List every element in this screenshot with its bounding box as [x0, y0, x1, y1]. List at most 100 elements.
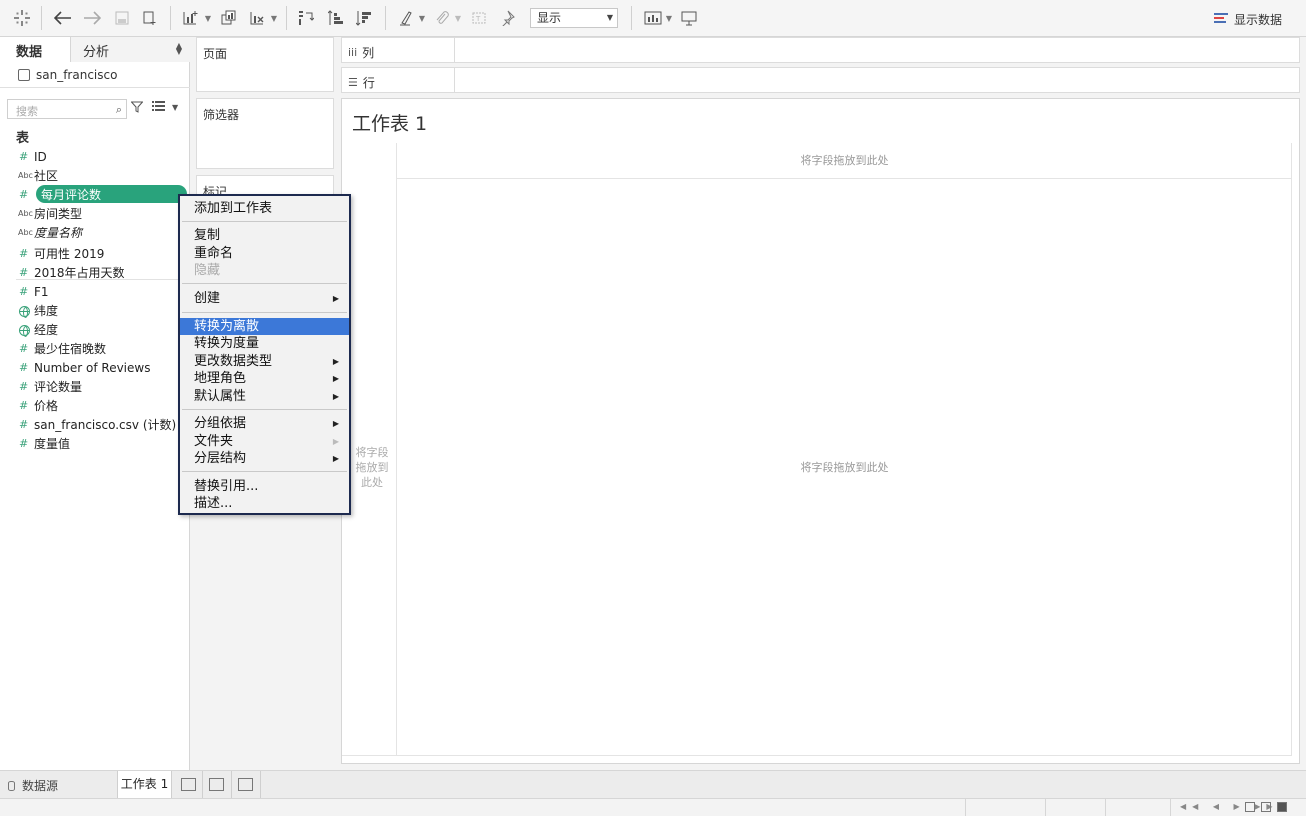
field-item[interactable]: 纬度 — [0, 301, 190, 320]
updown-icon: ▲ ▼ — [175, 41, 182, 56]
filters-card[interactable]: 筛选器 — [196, 98, 334, 169]
menu-item-hide[interactable]: 隐藏 — [180, 262, 349, 279]
menu-item-geographic-role[interactable]: 地理角色 ▶ — [180, 370, 349, 387]
menu-item-convert-to-dimension[interactable]: 转换为度量 — [180, 335, 349, 352]
menu-item-convert-to-discrete[interactable]: 转换为离散 — [180, 318, 349, 335]
field-item[interactable]: Abc 度量名称 — [0, 223, 190, 242]
field-name: Number of Reviews — [34, 360, 151, 375]
view-mode-icons[interactable] — [1245, 802, 1287, 812]
filter-icon[interactable] — [130, 101, 144, 116]
highlight-caret[interactable]: ▼ — [417, 7, 427, 29]
field-item-selected[interactable]: # 每月评论数 — [0, 185, 190, 204]
tab-analysis[interactable]: 分析 ▲ ▼ — [70, 37, 190, 62]
view-list-icon[interactable] — [152, 101, 165, 114]
redo-icon[interactable] — [82, 7, 102, 29]
chart-type-caret[interactable]: ▼ — [664, 7, 674, 29]
field-item[interactable]: # ID — [0, 147, 190, 166]
row-drop-zone[interactable]: 将字段拖放到此处 — [352, 445, 392, 490]
fit-select[interactable]: 显示 ▼ — [530, 8, 618, 28]
save-icon[interactable] — [112, 7, 132, 29]
clear-sheet-caret[interactable]: ▼ — [269, 7, 279, 29]
number-type-icon: # — [19, 361, 29, 374]
worksheet-canvas: 工作表 1 将字段拖放到此处 将字段拖放到此处 将字段拖放到此处 — [341, 98, 1300, 764]
new-story-tab-icon[interactable] — [238, 778, 253, 791]
new-datasource-icon[interactable] — [140, 7, 160, 29]
menu-item-create[interactable]: 创建 ▶ — [180, 290, 349, 307]
menu-item-describe[interactable]: 描述... — [180, 495, 349, 512]
field-item[interactable]: # 最少住宿晚数 — [0, 339, 190, 358]
submenu-arrow-icon: ▶ — [332, 437, 339, 446]
show-me-label: 显示数据 — [1234, 12, 1283, 27]
view-list-caret-icon[interactable]: ▼ — [172, 103, 178, 112]
labels-icon[interactable]: T — [469, 7, 489, 29]
number-type-icon: # — [19, 380, 29, 393]
field-item[interactable]: # 评论数量 — [0, 377, 190, 396]
field-name: 最少住宿晚数 — [34, 342, 107, 356]
new-dashboard-tab-icon[interactable] — [209, 778, 224, 791]
new-worksheet-icon[interactable] — [180, 7, 200, 29]
menu-item-label: 默认属性 — [194, 389, 247, 404]
filmstrip-view-icon[interactable] — [1261, 802, 1271, 812]
swap-axes-icon[interactable] — [296, 7, 316, 29]
columns-shelf[interactable]: iii 列 — [341, 37, 1300, 63]
tab-data[interactable]: 数据 — [0, 37, 70, 62]
string-type-icon: Abc — [18, 228, 33, 237]
field-item[interactable]: # Number of Reviews — [0, 358, 190, 377]
tab-datasource[interactable]: 数据源 — [8, 777, 58, 794]
field-item[interactable]: # san_francisco.csv (计数) — [0, 415, 190, 434]
new-worksheet-tab-icon[interactable] — [181, 778, 196, 791]
menu-separator — [182, 312, 347, 313]
field-item[interactable]: # 度量值 — [0, 434, 190, 453]
field-item[interactable]: # F1 — [0, 282, 190, 301]
menu-item-label: 更改数据类型 — [194, 354, 273, 369]
menu-item-replace-references[interactable]: 替换引用... — [180, 478, 349, 495]
tabs-view-icon[interactable] — [1277, 802, 1287, 812]
menu-item-folder[interactable]: 文件夹 ▶ — [180, 433, 349, 450]
rows-shelf[interactable]: ☰ 行 — [341, 67, 1300, 93]
show-me-button[interactable]: 显示数据 — [1214, 10, 1282, 28]
field-name: 评论数量 — [34, 380, 83, 394]
undo-icon[interactable] — [53, 7, 73, 29]
tableau-logo-icon[interactable] — [12, 7, 32, 29]
clear-sheet-icon[interactable] — [247, 7, 267, 29]
rows-label: 行 — [362, 76, 375, 90]
pin-icon[interactable] — [497, 7, 517, 29]
menu-item-copy[interactable]: 复制 — [180, 227, 349, 244]
columns-icon: iii — [348, 46, 358, 59]
field-item[interactable]: 经度 — [0, 320, 190, 339]
datasource-item[interactable]: san_francisco — [0, 62, 190, 88]
sheet-title[interactable]: 工作表 1 — [352, 109, 427, 136]
column-drop-zone[interactable]: 将字段拖放到此处 — [397, 143, 1292, 179]
menu-item-add-to-sheet[interactable]: 添加到工作表 — [180, 200, 349, 217]
duplicate-sheet-icon[interactable] — [219, 7, 239, 29]
tab-worksheet-1[interactable]: 工作表 1 — [117, 771, 172, 798]
field-name: F1 — [34, 284, 49, 299]
chart-type-icon[interactable] — [643, 7, 663, 29]
search-input[interactable]: 搜索 ⌕ — [7, 99, 127, 119]
field-name: 房间类型 — [34, 207, 83, 221]
field-item[interactable]: Abc 房间类型 — [0, 204, 190, 223]
sort-ascending-icon[interactable] — [326, 7, 346, 29]
menu-item-hierarchy[interactable]: 分层结构 ▶ — [180, 450, 349, 467]
field-item[interactable]: # 可用性 2019 — [0, 244, 190, 263]
menu-item-rename[interactable]: 重命名 — [180, 245, 349, 262]
highlight-icon[interactable] — [396, 7, 416, 29]
menu-item-group-by[interactable]: 分组依据 ▶ — [180, 415, 349, 432]
field-item[interactable]: # 价格 — [0, 396, 190, 415]
field-item[interactable]: Abc 社区 — [0, 166, 190, 185]
presentation-icon[interactable] — [679, 7, 699, 29]
field-name: 经度 — [34, 323, 59, 337]
menu-item-change-data-type[interactable]: 更改数据类型 ▶ — [180, 353, 349, 370]
grid-view-icon[interactable] — [1245, 802, 1255, 812]
field-item[interactable]: # 2018年占用天数 — [0, 263, 190, 282]
sort-descending-icon[interactable] — [354, 7, 374, 29]
columns-label: 列 — [362, 46, 375, 60]
pages-card[interactable]: 页面 — [196, 37, 334, 92]
search-icon: ⌕ — [115, 103, 122, 116]
group-icon[interactable] — [432, 7, 452, 29]
menu-item-default-properties[interactable]: 默认属性 ▶ — [180, 388, 349, 405]
new-worksheet-caret[interactable]: ▼ — [203, 7, 213, 29]
main-drop-zone[interactable]: 将字段拖放到此处 — [397, 459, 1292, 475]
group-caret[interactable]: ▼ — [453, 7, 463, 29]
globe-icon — [0, 323, 34, 337]
